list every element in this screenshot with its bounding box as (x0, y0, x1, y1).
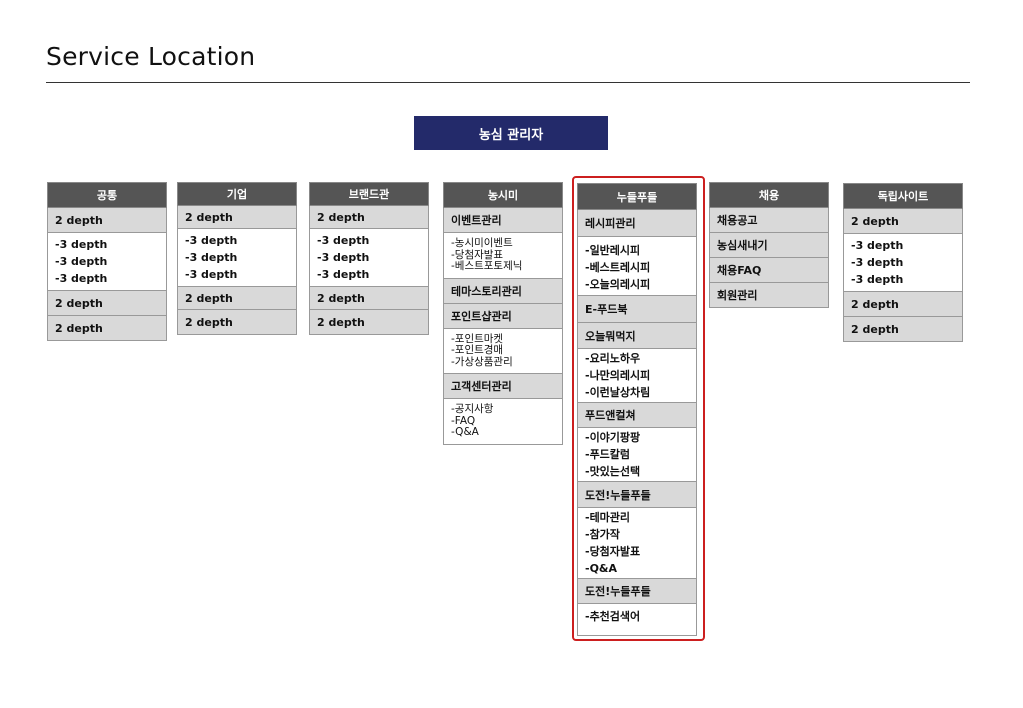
sub-item: -베스트레시피 (585, 261, 651, 274)
category-item: E-푸드북 (577, 296, 697, 323)
sub-item: -일반레시피 (585, 244, 641, 257)
sub-item: -3 depth (185, 268, 238, 281)
sub-item: -공지사항 (451, 403, 494, 415)
sub-list: -일반레시피 -베스트레시피 -오늘의레시피 (577, 237, 697, 296)
sub-item: -Q&A (451, 426, 479, 438)
column-corporate: 기업 2 depth -3 depth -3 depth -3 depth 2 … (177, 182, 297, 335)
column-header: 누들푸들 (577, 183, 697, 210)
sub-item: -테마관리 (585, 511, 631, 524)
sub-item: -요리노하우 (585, 352, 641, 365)
category-item: 2 depth (47, 316, 167, 341)
sub-item: -3 depth (317, 234, 370, 247)
sub-item: -3 depth (185, 251, 238, 264)
sub-item: -오늘의레시피 (585, 278, 651, 291)
column-noodle-foodle: 누들푸들 레시피관리 -일반레시피 -베스트레시피 -오늘의레시피 E-푸드북 … (577, 183, 697, 636)
sub-list: -3 depth -3 depth -3 depth (309, 229, 429, 287)
root-node-admin: 농심 관리자 (414, 116, 608, 150)
column-common: 공통 2 depth -3 depth -3 depth -3 depth 2 … (47, 182, 167, 341)
category-item: 2 depth (309, 206, 429, 229)
category-item: 농심새내기 (709, 233, 829, 258)
category-item: 이벤트관리 (443, 208, 563, 233)
category-item: 포인트샵관리 (443, 303, 563, 329)
page-title: Service Location (46, 42, 256, 71)
category-item: 2 depth (177, 310, 297, 335)
sub-list: -공지사항 -FAQ -Q&A (443, 399, 563, 445)
sub-item: -농시미이벤트 (451, 237, 513, 249)
column-independent-site: 독립사이트 2 depth -3 depth -3 depth -3 depth… (843, 183, 963, 342)
column-header: 브랜드관 (309, 182, 429, 206)
sub-list: -추천검색어 (577, 604, 697, 636)
column-header: 농시미 (443, 182, 563, 208)
category-item: 2 depth (843, 292, 963, 317)
category-item: 채용공고 (709, 208, 829, 233)
sub-item: -3 depth (185, 234, 238, 247)
sub-item: -맛있는선택 (585, 465, 641, 478)
sub-list: -포인트마켓 -포인트경매 -가상상품관리 (443, 328, 563, 374)
category-item: 오늘뭐먹지 (577, 323, 697, 349)
sub-item: -Q&A (585, 562, 618, 575)
category-item: 푸드앤컬쳐 (577, 403, 697, 428)
sub-item: -나만의레시피 (585, 369, 651, 382)
sub-list: -3 depth -3 depth -3 depth (177, 229, 297, 287)
category-item: 레시피관리 (577, 210, 697, 237)
sub-item: -포인트경매 (451, 344, 504, 356)
category-item: 고객센터관리 (443, 374, 563, 399)
sub-item: -추천검색어 (585, 610, 641, 623)
sub-item: -이런날상차림 (585, 386, 651, 399)
column-header: 독립사이트 (843, 183, 963, 209)
sub-item: -푸드칼럼 (585, 448, 631, 461)
category-item: 2 depth (177, 287, 297, 310)
column-header: 채용 (709, 182, 829, 208)
sub-list: -3 depth -3 depth -3 depth (843, 234, 963, 292)
sub-list: -3 depth -3 depth -3 depth (47, 233, 167, 291)
sub-item: -가상상품관리 (451, 355, 513, 368)
sub-item: -3 depth (317, 268, 370, 281)
category-item: 도전!누들푸들 (577, 482, 697, 508)
category-item: 2 depth (309, 287, 429, 310)
sub-item: -3 depth (55, 255, 108, 268)
sub-list: -테마관리 -참가작 -당첨자발표 -Q&A (577, 508, 697, 579)
category-item: 2 depth (309, 310, 429, 335)
category-item: 2 depth (47, 291, 167, 316)
sub-item: -3 depth (317, 251, 370, 264)
column-nongsimi: 농시미 이벤트관리 -농시미이벤트 -당첨자발표 -베스트포토제닉 테마스토리관… (443, 182, 563, 445)
column-recruit: 채용 채용공고 농심새내기 채용FAQ 회원관리 (709, 182, 829, 308)
category-item: 회원관리 (709, 283, 829, 308)
sub-item: -3 depth (55, 238, 108, 251)
sub-item: -3 depth (851, 273, 904, 286)
category-item: 테마스토리관리 (443, 278, 563, 304)
sub-item: -3 depth (851, 239, 904, 252)
title-divider (46, 82, 970, 83)
sub-item: -이야기팡팡 (585, 431, 641, 444)
category-item: 2 depth (843, 209, 963, 234)
column-header: 기업 (177, 182, 297, 206)
category-item: 2 depth (177, 206, 297, 229)
sub-item: -3 depth (55, 272, 108, 285)
category-item: 2 depth (47, 208, 167, 233)
category-item: 채용FAQ (709, 258, 829, 283)
category-item: 도전!누들푸들 (577, 579, 697, 604)
sub-list: -이야기팡팡 -푸드칼럼 -맛있는선택 (577, 428, 697, 482)
column-header: 공통 (47, 182, 167, 208)
sub-item: -참가작 (585, 528, 620, 541)
sub-item: -3 depth (851, 256, 904, 269)
sub-item: -당첨자발표 (585, 545, 641, 558)
sub-item: -베스트포토제닉 (451, 260, 523, 272)
sub-list: -농시미이벤트 -당첨자발표 -베스트포토제닉 (443, 233, 563, 279)
column-brand: 브랜드관 2 depth -3 depth -3 depth -3 depth … (309, 182, 429, 335)
category-item: 2 depth (843, 317, 963, 342)
sub-list: -요리노하우 -나만의레시피 -이런날상차림 (577, 349, 697, 403)
